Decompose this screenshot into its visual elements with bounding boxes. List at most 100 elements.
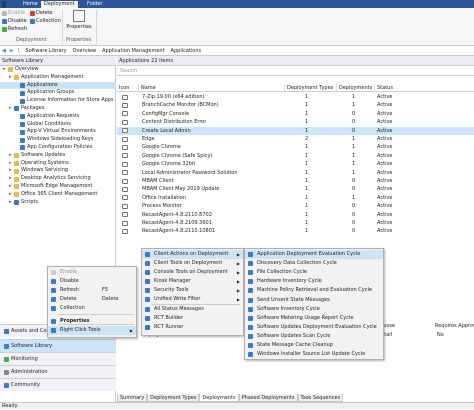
table-row[interactable]: Create Local Admin 1 0 Active <box>117 126 474 135</box>
tree-item-app-v-virtual-environments[interactable]: App-V Virtual Environments <box>0 128 116 136</box>
expand-arrow-icon[interactable]: ▸ <box>9 160 12 168</box>
submenu-item-all-status-messages[interactable]: All Status Messages <box>142 305 243 314</box>
tree-item-overview[interactable]: ▸ Overview <box>0 66 116 74</box>
collection-button[interactable]: Collection <box>30 18 61 25</box>
tree-item-application-management[interactable]: ▸ Application Management <box>0 74 116 82</box>
table-row[interactable]: Office Installation 1 1 Active <box>117 194 474 202</box>
menu-item-delete[interactable]: Delete Delete <box>48 295 136 304</box>
expand-arrow-icon[interactable]: ▸ <box>9 167 12 175</box>
tab-home[interactable]: Home <box>20 1 41 8</box>
client-action-discovery-data-collection-cycle[interactable]: Discovery Data Collection Cycle <box>245 259 383 268</box>
breadcrumb-applications[interactable]: Applications <box>171 48 202 54</box>
table-row[interactable]: 7-Zip 19.00 (x64 edition) 1 1 Active <box>117 93 474 101</box>
properties-button[interactable]: Properties <box>64 10 94 30</box>
tree-item-application-requests[interactable]: Application Requests <box>0 113 116 121</box>
tree-item-microsoft-edge-management[interactable]: ▸ Microsoft Edge Management <box>0 183 116 191</box>
table-row[interactable]: MBAM Client May 2019 Update 1 0 Active <box>117 185 474 193</box>
submenu-item-unified-write-filter[interactable]: Unified Write Filter ▶ <box>142 295 243 304</box>
tree-item-operating-systems[interactable]: ▸ Operating Systems <box>0 160 116 168</box>
table-row[interactable]: RecastAgent-4.8.2110.10801 1 0 Active <box>117 227 474 235</box>
column-header-name[interactable]: Name <box>139 84 285 92</box>
tree-item-application-groups[interactable]: Application Groups <box>0 89 116 97</box>
menu-item-right-click-tools[interactable]: Right Click Tools ▶ <box>48 326 136 335</box>
tab-phased-deployments[interactable]: Phased Deployments <box>238 394 298 402</box>
tree-item-office-365-client-management[interactable]: ▸ Office 365 Client Management <box>0 191 116 199</box>
client-action-software-inventory-cycle[interactable]: Software Inventory Cycle <box>245 305 383 314</box>
expand-arrow-icon[interactable]: ▸ <box>9 175 12 183</box>
menu-item-refresh[interactable]: Refresh F5 <box>48 286 136 295</box>
table-row[interactable]: Process Monitor 1 0 Active <box>117 202 474 210</box>
tree-item-windows-sideloading-keys[interactable]: Windows Sideloading Keys <box>0 136 116 144</box>
table-row[interactable]: BranchCache Monitor (BCMon) 1 1 Active <box>117 101 474 109</box>
breadcrumb-software-library[interactable]: Software Library <box>25 48 66 54</box>
client-action-hardware-inventory-cycle[interactable]: Hardware Inventory Cycle <box>245 277 383 286</box>
submenu-item-client-tools-on-deployment[interactable]: Client Tools on Deployment ▶ <box>142 259 243 268</box>
client-action-windows-installer-source-list-update-cycle[interactable]: Windows Installer Source List Update Cyc… <box>245 350 383 359</box>
workspace-community[interactable]: Community <box>0 378 116 391</box>
tree-item-scripts[interactable]: ▸ Scripts <box>0 199 116 207</box>
client-action-send-unsent-state-messages[interactable]: Send Unsent State Messages <box>245 296 383 305</box>
tree-item-applications[interactable]: Applications <box>0 81 116 90</box>
tab-folder[interactable]: Folder <box>84 1 105 8</box>
submenu-item-client-actions-on-deployment[interactable]: Client Actions on Deployment ▶ <box>142 250 243 259</box>
tree-item-app-configuration-policies[interactable]: App Configuration Policies <box>0 144 116 152</box>
tab-summary[interactable]: Summary <box>117 394 148 402</box>
menu-item-disable[interactable]: Disable <box>48 277 136 286</box>
breadcrumb-overview[interactable]: Overview <box>73 48 97 54</box>
table-row[interactable]: RecastAgent-4.8.2109.3601 1 0 Active <box>117 219 474 227</box>
client-action-application-deployment-evaluation-cycle[interactable]: Application Deployment Evaluation Cycle <box>245 250 383 259</box>
table-row[interactable]: MBAM Client 1 0 Active <box>117 177 474 185</box>
client-action-software-updates-scan-cycle[interactable]: Software Updates Scan Cycle <box>245 332 383 341</box>
table-row[interactable]: Content Distribution Error 1 0 Active <box>117 118 474 126</box>
forward-arrow-icon[interactable]: ▶ <box>10 48 14 54</box>
tab-deployments[interactable]: Deployments <box>199 394 239 402</box>
client-action-software-metering-usage-report-cycle[interactable]: Software Metering Usage Report Cycle <box>245 314 383 323</box>
table-row[interactable]: Local Administrator Password Solution 1 1 A… <box>117 169 474 177</box>
tree-item-desktop-analytics-servicing[interactable]: ▸ Desktop Analytics Servicing <box>0 175 116 183</box>
tree-item-software-updates[interactable]: ▸ Software Updates <box>0 152 116 160</box>
tree-item-license-information-for-store-apps[interactable]: License Information for Store Apps <box>0 97 116 105</box>
delete-button[interactable]: Delete <box>30 10 52 17</box>
workspace-administration[interactable]: Administration <box>0 365 116 378</box>
submenu-item-security-tools[interactable]: Security Tools ▶ <box>142 286 243 295</box>
table-row[interactable]: Google Chrome (Safe Spicy) 1 1 Active <box>117 152 474 160</box>
expand-arrow-icon[interactable]: ▸ <box>9 152 12 160</box>
tab-task-sequences[interactable]: Task Sequences <box>297 394 344 402</box>
expand-arrow-icon[interactable]: ▸ <box>3 66 6 74</box>
submenu-item-kiosk-manager[interactable]: Kiosk Manager ▶ <box>142 277 243 286</box>
column-header-deployments[interactable]: Deployments <box>337 84 375 92</box>
submenu-item-rct-builder[interactable]: RCT Builder <box>142 314 243 323</box>
breadcrumb-root[interactable]: \ <box>18 48 20 54</box>
tree-item-global-conditions[interactable]: Global Conditions <box>0 121 116 129</box>
refresh-button[interactable]: Refresh <box>2 26 27 33</box>
client-action-machine-policy-retrieval-and-evaluation-cycle[interactable]: Machine Policy Retrieval and Evaluation … <box>245 286 383 295</box>
tree-item-windows-servicing[interactable]: ▸ Windows Servicing <box>0 167 116 175</box>
column-header-status[interactable]: Status <box>375 84 474 92</box>
tree-item-packages[interactable]: ▸ Packages <box>0 105 116 113</box>
table-row[interactable]: Google Chrome 32bit 1 1 Active <box>117 160 474 168</box>
expand-arrow-icon[interactable]: ▸ <box>9 74 12 82</box>
back-arrow-icon[interactable]: ◀ <box>2 48 6 54</box>
workspace-software-library[interactable]: Software Library <box>0 339 116 352</box>
client-action-file-collection-cycle[interactable]: File Collection Cycle <box>245 268 383 277</box>
file-menu-button[interactable] <box>2 1 6 8</box>
table-row[interactable]: Edge 2 1 Active <box>117 135 474 143</box>
enable-button[interactable]: Enable <box>2 10 25 17</box>
expand-arrow-icon[interactable]: ▸ <box>9 199 12 207</box>
expand-arrow-icon[interactable]: ▸ <box>9 183 12 191</box>
table-row[interactable]: RecastAgent-4.8.2110.8702 1 0 Active <box>117 211 474 219</box>
workspace-monitoring[interactable]: Monitoring <box>0 352 116 365</box>
column-header-deployment-types[interactable]: Deployment Types <box>285 84 337 92</box>
column-header-icon[interactable]: Icon <box>117 84 139 92</box>
client-action-software-updates-deployment-evaluation-cycle[interactable]: Software Updates Deployment Evaluation C… <box>245 323 383 332</box>
menu-item-collection[interactable]: Collection <box>48 304 136 313</box>
tab-deployment[interactable]: Deployment <box>41 1 78 8</box>
table-row[interactable]: ConfigMgr Console 1 0 Active <box>117 110 474 118</box>
tab-deployment-types[interactable]: Deployment Types <box>147 394 200 402</box>
submenu-item-console-tools-on-deployment[interactable]: Console Tools on Deployment ▶ <box>142 268 243 277</box>
table-row[interactable]: Google Chrome 1 1 Active <box>117 143 474 151</box>
expand-arrow-icon[interactable]: ▸ <box>9 191 12 199</box>
expand-arrow-icon[interactable]: ▸ <box>9 105 12 113</box>
disable-button[interactable]: Disable <box>2 18 27 25</box>
menu-item-enable[interactable]: Enable <box>48 268 136 277</box>
